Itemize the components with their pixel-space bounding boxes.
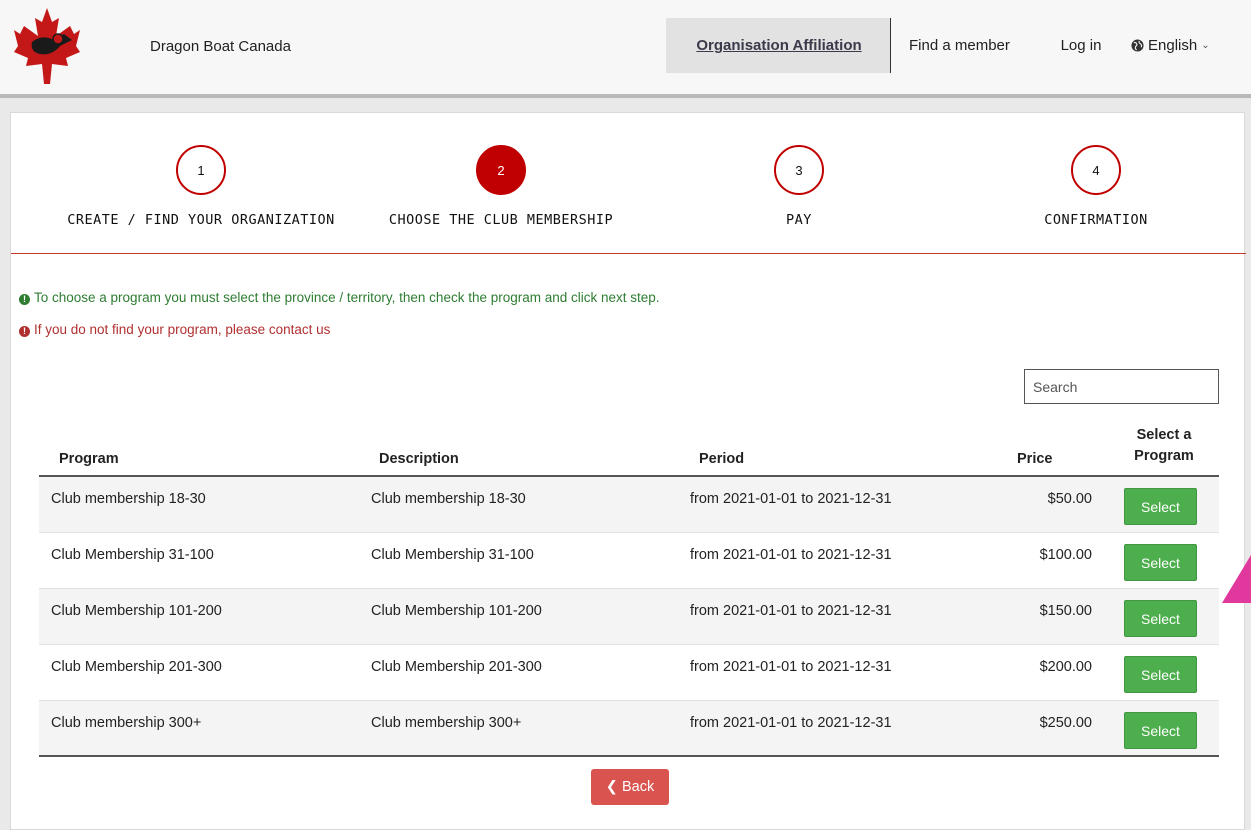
step-number: 4 bbox=[1071, 145, 1121, 195]
pink-corner-marker bbox=[1222, 555, 1251, 603]
main-card: 1 CREATE / FIND YOUR ORGANIZATION 2 CHOO… bbox=[10, 112, 1246, 830]
select-button[interactable]: Select bbox=[1124, 488, 1197, 525]
nav-find-member[interactable]: Find a member bbox=[891, 18, 1041, 73]
cell-price: $200.00 bbox=[1039, 659, 1092, 675]
back-label: Back bbox=[621, 779, 655, 795]
cell-period: from 2021-01-01 to 2021-12-31 bbox=[690, 547, 892, 563]
cell-price: $100.00 bbox=[1039, 547, 1092, 563]
cell-period: from 2021-01-01 to 2021-12-31 bbox=[690, 659, 892, 675]
step-number: 1 bbox=[176, 145, 226, 195]
stepper: 1 CREATE / FIND YOUR ORGANIZATION 2 CHOO… bbox=[11, 113, 1246, 254]
language-label: English bbox=[1148, 37, 1198, 54]
cell-price: $250.00 bbox=[1039, 715, 1092, 731]
cell-description: Club Membership 201-300 bbox=[371, 659, 542, 675]
step-label: CHOOSE THE CLUB MEMBERSHIP bbox=[388, 212, 614, 228]
step-label: PAY bbox=[786, 212, 812, 228]
cell-price: $150.00 bbox=[1039, 603, 1092, 619]
step-number: 2 bbox=[476, 145, 526, 195]
cell-period: from 2021-01-01 to 2021-12-31 bbox=[690, 715, 892, 731]
top-nav: Organisation Affiliation Find a member L… bbox=[666, 18, 1251, 73]
cell-description: Club Membership 31-100 bbox=[371, 547, 534, 563]
back-button[interactable]: ❮ Back bbox=[591, 769, 669, 805]
brand-name[interactable]: Dragon Boat Canada bbox=[150, 38, 291, 55]
cell-description: Club membership 300+ bbox=[371, 715, 522, 731]
globe-icon bbox=[1131, 39, 1144, 52]
column-header-program[interactable]: Program bbox=[59, 451, 119, 467]
cell-period: from 2021-01-01 to 2021-12-31 bbox=[690, 491, 892, 507]
site-header: Dragon Boat Canada Organisation Affiliat… bbox=[0, 0, 1251, 98]
column-header-description[interactable]: Description bbox=[379, 451, 459, 467]
step-1: 1 CREATE / FIND YOUR ORGANIZATION bbox=[51, 145, 351, 228]
step-2: 2 CHOOSE THE CLUB MEMBERSHIP bbox=[356, 145, 646, 228]
step-label: CREATE / FIND YOUR ORGANIZATION bbox=[67, 212, 335, 228]
cell-period: from 2021-01-01 to 2021-12-31 bbox=[690, 603, 892, 619]
select-button[interactable]: Select bbox=[1124, 544, 1197, 581]
cell-program: Club Membership 31-100 bbox=[51, 547, 214, 563]
cell-price: $50.00 bbox=[1047, 491, 1092, 507]
table-row: Club Membership 101-200 Club Membership … bbox=[39, 589, 1219, 645]
cell-description: Club Membership 101-200 bbox=[371, 603, 542, 619]
instruction-text: To choose a program you must select the … bbox=[34, 290, 660, 305]
step-number: 3 bbox=[774, 145, 824, 195]
select-button[interactable]: Select bbox=[1124, 712, 1197, 749]
contact-message[interactable]: ! If you do not find your program, please… bbox=[19, 322, 330, 337]
cell-program: Club Membership 101-200 bbox=[51, 603, 222, 619]
select-button[interactable]: Select bbox=[1124, 656, 1197, 693]
column-header-price[interactable]: Price bbox=[1017, 451, 1052, 467]
column-header-select[interactable]: Select a Program bbox=[1119, 425, 1209, 467]
step-4: 4 CONFIRMATION bbox=[1021, 145, 1171, 228]
exclamation-circle-icon: ! bbox=[19, 294, 30, 305]
step-label: CONFIRMATION bbox=[1044, 212, 1148, 228]
nav-login[interactable]: Log in bbox=[1041, 18, 1121, 73]
language-selector[interactable]: English ⌄ bbox=[1121, 18, 1251, 73]
table-row: Club Membership 201-300 Club Membership … bbox=[39, 645, 1219, 701]
contact-text[interactable]: If you do not find your program, please … bbox=[34, 322, 330, 337]
column-header-period[interactable]: Period bbox=[699, 451, 744, 467]
exclamation-circle-icon: ! bbox=[19, 326, 30, 337]
cell-program: Club Membership 201-300 bbox=[51, 659, 222, 675]
step-3: 3 PAY bbox=[749, 145, 849, 228]
maple-leaf-logo-icon[interactable] bbox=[14, 6, 80, 90]
nav-organisation-affiliation[interactable]: Organisation Affiliation bbox=[666, 18, 891, 73]
chevron-left-icon: ❮ bbox=[605, 779, 618, 795]
chevron-down-icon: ⌄ bbox=[1201, 40, 1210, 51]
instruction-message: ! To choose a program you must select the… bbox=[19, 290, 660, 305]
table-row: Club membership 18-30 Club membership 18… bbox=[39, 477, 1219, 533]
program-table: Program Description Period Price Select … bbox=[39, 414, 1219, 757]
table-row: Club membership 300+ Club membership 300… bbox=[39, 701, 1219, 757]
table-row: Club Membership 31-100 Club Membership 3… bbox=[39, 533, 1219, 589]
table-header: Program Description Period Price Select … bbox=[39, 414, 1219, 477]
cell-program: Club membership 18-30 bbox=[51, 491, 206, 507]
cell-description: Club membership 18-30 bbox=[371, 491, 526, 507]
search-input[interactable] bbox=[1024, 369, 1219, 404]
select-button[interactable]: Select bbox=[1124, 600, 1197, 637]
cell-program: Club membership 300+ bbox=[51, 715, 202, 731]
